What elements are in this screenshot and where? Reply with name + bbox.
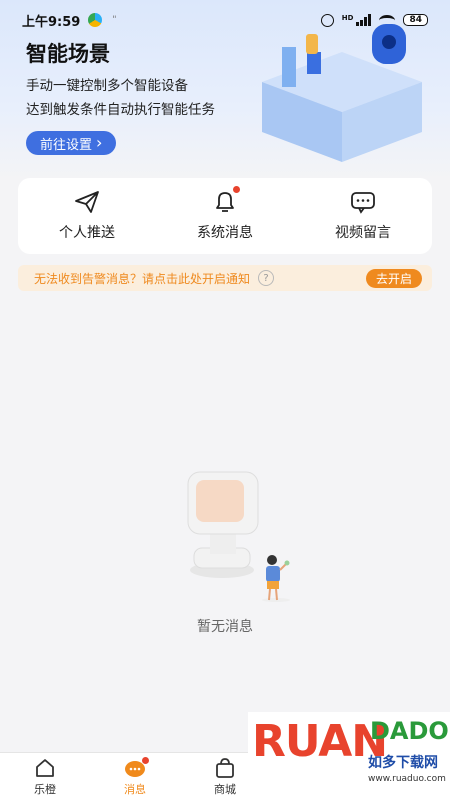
video-message-label: 视频留言 [335,225,391,241]
help-icon[interactable]: ? [258,270,275,286]
status-small-indicator: " [112,15,117,25]
personal-push-label: 个人推送 [59,225,115,241]
empty-state-camera-illustration [187,471,290,602]
system-messages-label: 系统消息 [197,225,253,241]
shopping-bag-icon [214,757,236,779]
personal-push-button[interactable]: 个人推送 [18,178,156,254]
watermark-small-text: DADO [370,717,449,745]
tab-messages-label: 消息 [124,782,146,796]
video-message-button[interactable]: 视频留言 [294,178,432,254]
home-icon [34,757,56,779]
watermark-site-name: 如多下载网 [368,755,438,771]
tab-mall-label: 商城 [214,782,236,796]
watermark-logo: RUAN DADO 如多下载网 www.ruaduo.com [248,712,450,800]
notification-banner-text: 无法收到告警消息？请点击此处开启通知 [34,271,251,286]
tab-lecheng[interactable]: 乐橙 [0,753,90,800]
hero-description-line1: 手动一键控制多个智能设备 [26,78,188,94]
chat-bubble-icon [350,190,376,214]
app-notification-icon [88,13,103,27]
unread-badge-dot [142,756,149,764]
go-to-settings-button[interactable]: 前往设置 › [26,131,117,155]
message-icon [124,756,149,779]
watermark-big-text: RUAN [252,716,388,767]
watermark-url: www.ruaduo.com [368,774,446,784]
chevron-right-icon: › [96,133,103,152]
tab-lecheng-label: 乐橙 [34,782,56,796]
enable-notifications-button[interactable]: 去开启 [365,268,422,288]
hd-label: HD [341,14,354,22]
smart-scene-illustration [262,24,422,162]
status-time: 上午9:59 [22,14,81,30]
message-category-card: 个人推送 系统消息 视频留言 [18,178,432,254]
notification-permission-banner[interactable]: 无法收到告警消息？请点击此处开启通知 ? 去开启 [18,265,432,291]
hero-title: 智能场景 [26,42,110,66]
empty-state-text: 暂无消息 [197,619,253,635]
go-to-settings-label: 前往设置 [40,137,93,153]
hero-description-line2: 达到触发条件自动执行智能任务 [26,102,215,118]
paper-plane-icon [74,190,100,214]
unread-badge-dot [233,186,240,193]
bell-icon [212,186,240,214]
system-messages-button[interactable]: 系统消息 [156,178,294,254]
tab-messages[interactable]: 消息 [90,753,180,800]
